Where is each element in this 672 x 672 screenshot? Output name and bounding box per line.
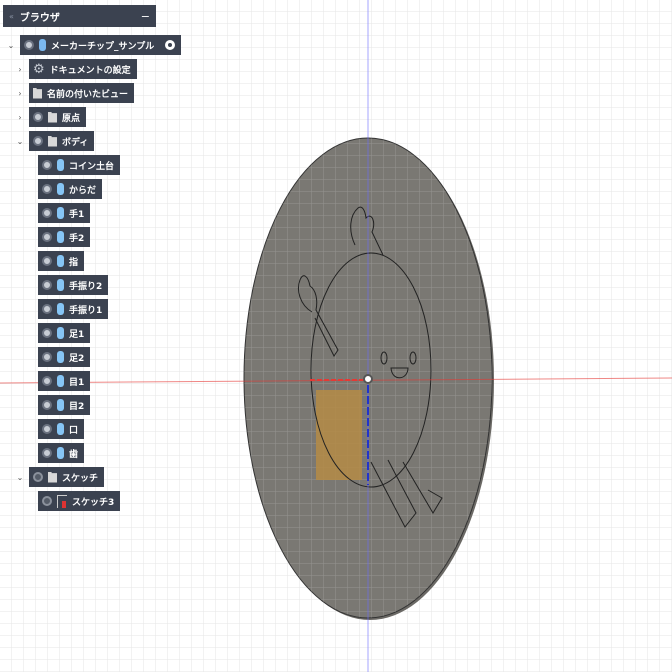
folder-icon (33, 87, 42, 99)
browser-body-item[interactable]: コイン土台 (38, 155, 121, 175)
visibility-icon[interactable] (42, 256, 52, 266)
body-icon (57, 327, 64, 339)
visibility-icon[interactable] (42, 400, 52, 410)
body-icon (57, 231, 64, 243)
browser-body-item[interactable]: 足1 (38, 323, 91, 343)
expand-icon[interactable]: ⌄ (6, 41, 16, 50)
visibility-icon[interactable] (42, 424, 52, 434)
body-icon (57, 399, 64, 411)
body-label: 口 (69, 425, 79, 436)
body-label: 手2 (69, 233, 85, 244)
body-icon (57, 303, 64, 315)
body-icon (57, 255, 64, 267)
browser-body-item[interactable]: 足2 (38, 347, 91, 367)
browser-body-item[interactable]: 手振り1 (38, 299, 109, 319)
browser-body-item[interactable]: 口 (38, 419, 85, 439)
gear-icon: ⚙ (33, 61, 45, 77)
browser-body-item[interactable]: 手振り2 (38, 275, 109, 295)
expand-icon[interactable]: › (15, 89, 25, 98)
body-icon (57, 351, 64, 363)
item-label: ボディ (62, 137, 89, 148)
visibility-icon[interactable] (42, 280, 52, 290)
visibility-icon[interactable] (42, 184, 52, 194)
item-label: 原点 (62, 113, 81, 124)
visibility-icon[interactable] (24, 40, 34, 50)
visibility-icon[interactable] (33, 136, 43, 146)
body-label: 手振り2 (69, 281, 103, 292)
browser-body-item[interactable]: 手1 (38, 203, 91, 223)
body-label: 手振り1 (69, 305, 103, 316)
body-icon (57, 183, 64, 195)
body-label: 指 (69, 257, 79, 268)
activate-radio-icon[interactable] (165, 40, 176, 50)
browser-item-document-settings[interactable]: › ⚙ ドキュメントの設定 (15, 59, 137, 79)
browser-body-item[interactable]: 歯 (38, 443, 85, 463)
sketch-profile[interactable] (316, 390, 362, 480)
browser-root[interactable]: ⌄ メーカーチップ_サンプル (6, 35, 182, 55)
folder-icon (48, 111, 57, 123)
expand-icon[interactable]: › (15, 113, 25, 122)
browser-body-item[interactable]: 目1 (38, 371, 91, 391)
expand-icon[interactable]: ⌄ (15, 473, 25, 482)
visibility-icon[interactable] (42, 304, 52, 314)
browser-body-item[interactable]: からだ (38, 179, 103, 199)
body-icon (57, 447, 64, 459)
visibility-icon[interactable] (42, 232, 52, 242)
browser-item-sketches[interactable]: ⌄ スケッチ (15, 467, 105, 487)
body-label: 歯 (69, 449, 79, 460)
visibility-icon[interactable] (42, 328, 52, 338)
origin-point[interactable] (363, 374, 373, 384)
browser-panel-header: « ブラウザ − (3, 5, 156, 27)
browser-item-named-views[interactable]: › 名前の付いたビュー (15, 83, 135, 103)
visibility-icon[interactable] (42, 448, 52, 458)
body-icon (57, 279, 64, 291)
expand-icon[interactable]: ⌄ (15, 137, 25, 146)
body-label: 足1 (69, 329, 85, 340)
body-label: 目1 (69, 377, 85, 388)
browser-body-item[interactable]: 指 (38, 251, 85, 271)
visibility-icon[interactable] (42, 496, 52, 506)
visibility-icon[interactable] (33, 472, 43, 482)
visibility-icon[interactable] (42, 208, 52, 218)
browser-title: ブラウザ (19, 12, 60, 24)
body-label: コイン土台 (69, 161, 115, 172)
body-label: 目2 (69, 401, 85, 412)
minimize-button[interactable]: − (141, 10, 150, 23)
folder-icon (48, 471, 57, 483)
browser-item-origin[interactable]: › 原点 (15, 107, 87, 127)
body-label: 足2 (69, 353, 85, 364)
visibility-icon[interactable] (42, 376, 52, 386)
browser-item-sketch[interactable]: スケッチ3 (38, 491, 121, 511)
body-label: 手1 (69, 209, 85, 220)
body-icon (57, 207, 64, 219)
expand-icon[interactable]: › (15, 65, 25, 74)
item-label: 名前の付いたビュー (47, 89, 129, 100)
body-icon (57, 375, 64, 387)
visibility-icon[interactable] (42, 352, 52, 362)
visibility-icon[interactable] (33, 112, 43, 122)
body-icon (57, 423, 64, 435)
browser-body-item[interactable]: 手2 (38, 227, 91, 247)
folder-icon (48, 135, 57, 147)
sketch-icon (57, 494, 67, 508)
item-label: スケッチ (62, 473, 99, 484)
browser-body-item[interactable]: 目2 (38, 395, 91, 415)
visibility-icon[interactable] (42, 160, 52, 170)
body-label: からだ (69, 185, 97, 196)
body-icon (57, 159, 64, 171)
item-label: ドキュメントの設定 (49, 65, 131, 76)
item-label: スケッチ3 (72, 497, 115, 508)
root-label: メーカーチップ_サンプル (51, 41, 155, 52)
component-icon (39, 39, 46, 51)
browser-item-bodies[interactable]: ⌄ ボディ (15, 131, 95, 151)
collapse-icon[interactable]: « (9, 12, 14, 21)
